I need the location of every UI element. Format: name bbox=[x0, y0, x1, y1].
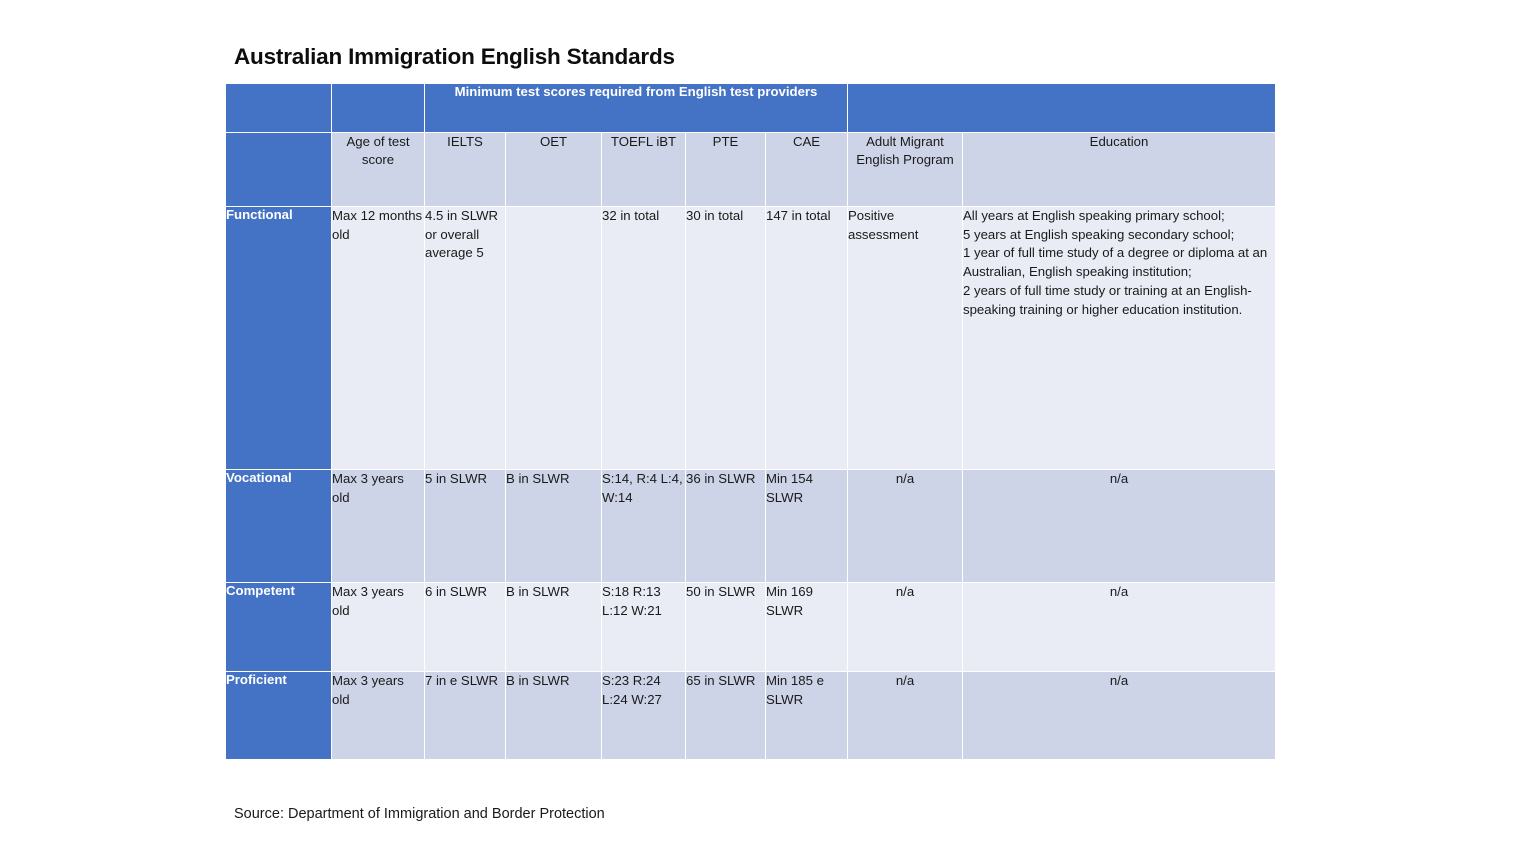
column-header-pte: PTE bbox=[685, 132, 766, 207]
cell-proficient-toefl: S:23 R:24 L:24 W:27 bbox=[601, 671, 686, 760]
column-header-age-of-test-score: Age of test score bbox=[331, 132, 425, 207]
group-header-right-spacer bbox=[847, 83, 1276, 133]
cell-proficient-cae: Min 185 e SLWR bbox=[765, 671, 848, 760]
cell-functional-age: Max 12 months old bbox=[331, 206, 425, 470]
education-requirement-item: 5 years at English speaking secondary sc… bbox=[963, 226, 1235, 242]
table-row-proficient: Proficient Max 3 years old 7 in e SLWR B… bbox=[225, 671, 1276, 760]
page-title: Australian Immigration English Standards bbox=[234, 44, 675, 69]
row-level-label-competent: Competent bbox=[225, 582, 332, 672]
group-header-corner bbox=[225, 83, 332, 133]
column-header-education: Education bbox=[962, 132, 1276, 207]
standards-table: Minimum test scores required from Englis… bbox=[225, 83, 1276, 760]
row-level-label-proficient: Proficient bbox=[225, 671, 332, 760]
row-level-label-functional: Functional bbox=[225, 206, 332, 470]
cell-proficient-oet: B in SLWR bbox=[505, 671, 602, 760]
column-header-cae: CAE bbox=[765, 132, 848, 207]
cell-proficient-age: Max 3 years old bbox=[331, 671, 425, 760]
column-header-oet: OET bbox=[505, 132, 602, 207]
source-note: Source: Department of Immigration and Bo… bbox=[234, 806, 605, 822]
cell-functional-amep: Positive assessment bbox=[847, 206, 963, 470]
cell-competent-ielts: 6 in SLWR bbox=[424, 582, 506, 672]
cell-vocational-oet: B in SLWR bbox=[505, 469, 602, 583]
education-requirements-list: All years at English speaking primary sc… bbox=[963, 207, 1275, 319]
cell-proficient-ielts: 7 in e SLWR bbox=[424, 671, 506, 760]
cell-vocational-amep: n/a bbox=[847, 469, 963, 583]
cell-proficient-amep: n/a bbox=[847, 671, 963, 760]
column-header-toefl-ibt: TOEFL iBT bbox=[601, 132, 686, 207]
cell-competent-education: n/a bbox=[962, 582, 1276, 672]
cell-functional-ielts: 4.5 in SLWR or overall average 5 bbox=[424, 206, 506, 470]
cell-proficient-education: n/a bbox=[962, 671, 1276, 760]
cell-vocational-education: n/a bbox=[962, 469, 1276, 583]
table-row-functional: Functional Max 12 months old 4.5 in SLWR… bbox=[225, 206, 1276, 470]
table-group-header-row: Minimum test scores required from Englis… bbox=[225, 83, 1276, 133]
cell-vocational-cae: Min 154 SLWR bbox=[765, 469, 848, 583]
cell-vocational-pte: 36 in SLWR bbox=[685, 469, 766, 583]
column-header-level bbox=[225, 132, 332, 207]
cell-vocational-ielts: 5 in SLWR bbox=[424, 469, 506, 583]
education-requirement-item: All years at English speaking primary sc… bbox=[963, 208, 1225, 223]
cell-functional-education: All years at English speaking primary sc… bbox=[962, 206, 1276, 470]
table-column-header-row: Age of test score IELTS OET TOEFL iBT PT… bbox=[225, 132, 1276, 207]
cell-competent-oet: B in SLWR bbox=[505, 582, 602, 672]
standards-table-container: Minimum test scores required from Englis… bbox=[225, 83, 1276, 760]
cell-vocational-age: Max 3 years old bbox=[331, 469, 425, 583]
slide-canvas: Australian Immigration English Standards… bbox=[0, 0, 1536, 864]
table-row-competent: Competent Max 3 years old 6 in SLWR B in… bbox=[225, 582, 1276, 672]
cell-functional-pte: 30 in total bbox=[685, 206, 766, 470]
cell-competent-pte: 50 in SLWR bbox=[685, 582, 766, 672]
column-header-adult-migrant-english-program: Adult Migrant English Program bbox=[847, 132, 963, 207]
row-level-label-vocational: Vocational bbox=[225, 469, 332, 583]
cell-functional-toefl: 32 in total bbox=[601, 206, 686, 470]
cell-competent-amep: n/a bbox=[847, 582, 963, 672]
table-row-vocational: Vocational Max 3 years old 5 in SLWR B i… bbox=[225, 469, 1276, 583]
cell-competent-age: Max 3 years old bbox=[331, 582, 425, 672]
group-header-test-providers: Minimum test scores required from Englis… bbox=[424, 83, 848, 133]
cell-proficient-pte: 65 in SLWR bbox=[685, 671, 766, 760]
cell-vocational-toefl: S:14, R:4 L:4, W:14 bbox=[601, 469, 686, 583]
education-requirement-item: 1 year of full time study of a degree or… bbox=[963, 245, 1268, 280]
cell-competent-cae: Min 169 SLWR bbox=[765, 582, 848, 672]
cell-functional-oet bbox=[505, 206, 602, 470]
column-header-ielts: IELTS bbox=[424, 132, 506, 207]
education-requirement-item: 2 years of full time study or training a… bbox=[963, 282, 1252, 317]
cell-functional-cae: 147 in total bbox=[765, 206, 848, 470]
group-header-age-spacer bbox=[331, 83, 425, 133]
cell-competent-toefl: S:18 R:13 L:12 W:21 bbox=[601, 582, 686, 672]
